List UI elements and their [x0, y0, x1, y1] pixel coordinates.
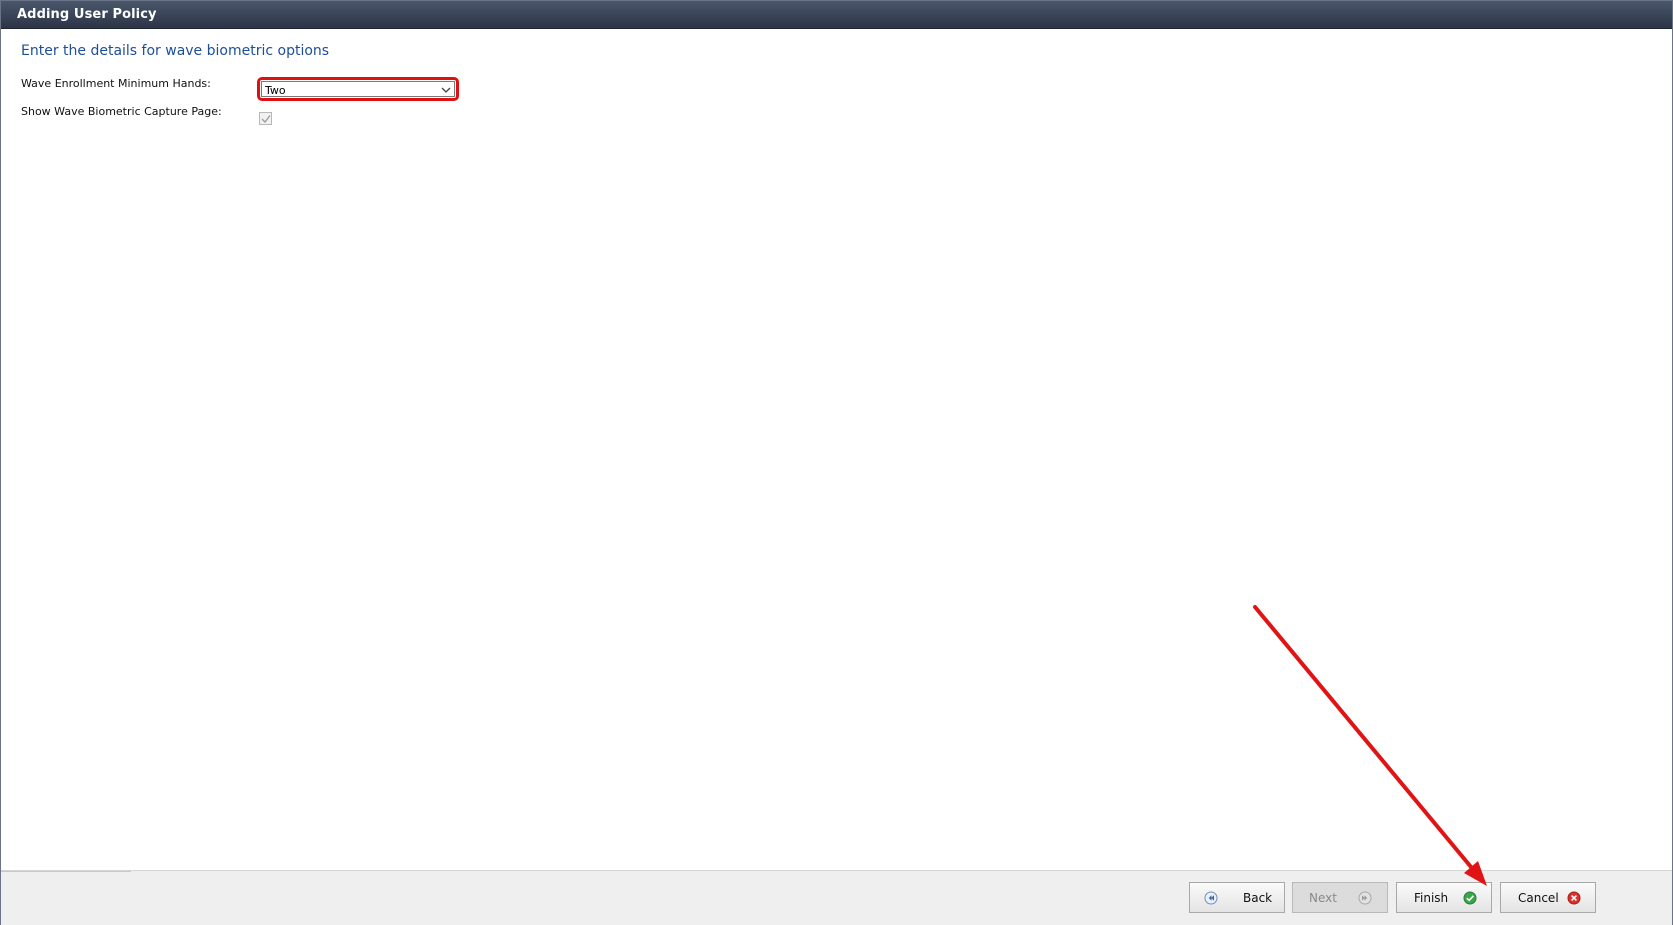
min-hands-label: Wave Enrollment Minimum Hands:: [21, 77, 211, 90]
page-heading: Enter the details for wave biometric opt…: [21, 43, 330, 59]
checkmark-icon: [261, 115, 271, 123]
dialog-window: Adding User Policy Enter the details for…: [0, 0, 1673, 925]
window-title: Adding User Policy: [17, 7, 157, 22]
chevron-down-icon: [441, 87, 451, 93]
next-button[interactable]: Next: [1292, 882, 1388, 913]
finish-label: Finish: [1414, 891, 1449, 905]
content-area: Enter the details for wave biometric opt…: [1, 29, 1672, 870]
check-circle-icon: [1463, 891, 1477, 905]
close-circle-icon: [1567, 891, 1581, 905]
cancel-label: Cancel: [1518, 891, 1559, 905]
rewind-icon: [1204, 891, 1218, 905]
next-label: Next: [1309, 891, 1337, 905]
min-hands-select[interactable]: Two: [261, 81, 455, 97]
min-hands-value: Two: [265, 84, 286, 97]
cancel-button[interactable]: Cancel: [1500, 882, 1596, 913]
title-bar: Adding User Policy: [1, 1, 1672, 29]
show-capture-checkbox[interactable]: [259, 112, 272, 125]
back-button[interactable]: Back: [1189, 882, 1285, 913]
show-capture-label: Show Wave Biometric Capture Page:: [21, 105, 222, 118]
min-hands-highlight: Two: [257, 77, 459, 101]
finish-button[interactable]: Finish: [1396, 882, 1492, 913]
back-label: Back: [1243, 891, 1273, 905]
footer-bar: Back Next Finish Cancel: [1, 870, 1672, 925]
fast-forward-icon: [1358, 891, 1372, 905]
footer-divider: [1, 871, 131, 872]
